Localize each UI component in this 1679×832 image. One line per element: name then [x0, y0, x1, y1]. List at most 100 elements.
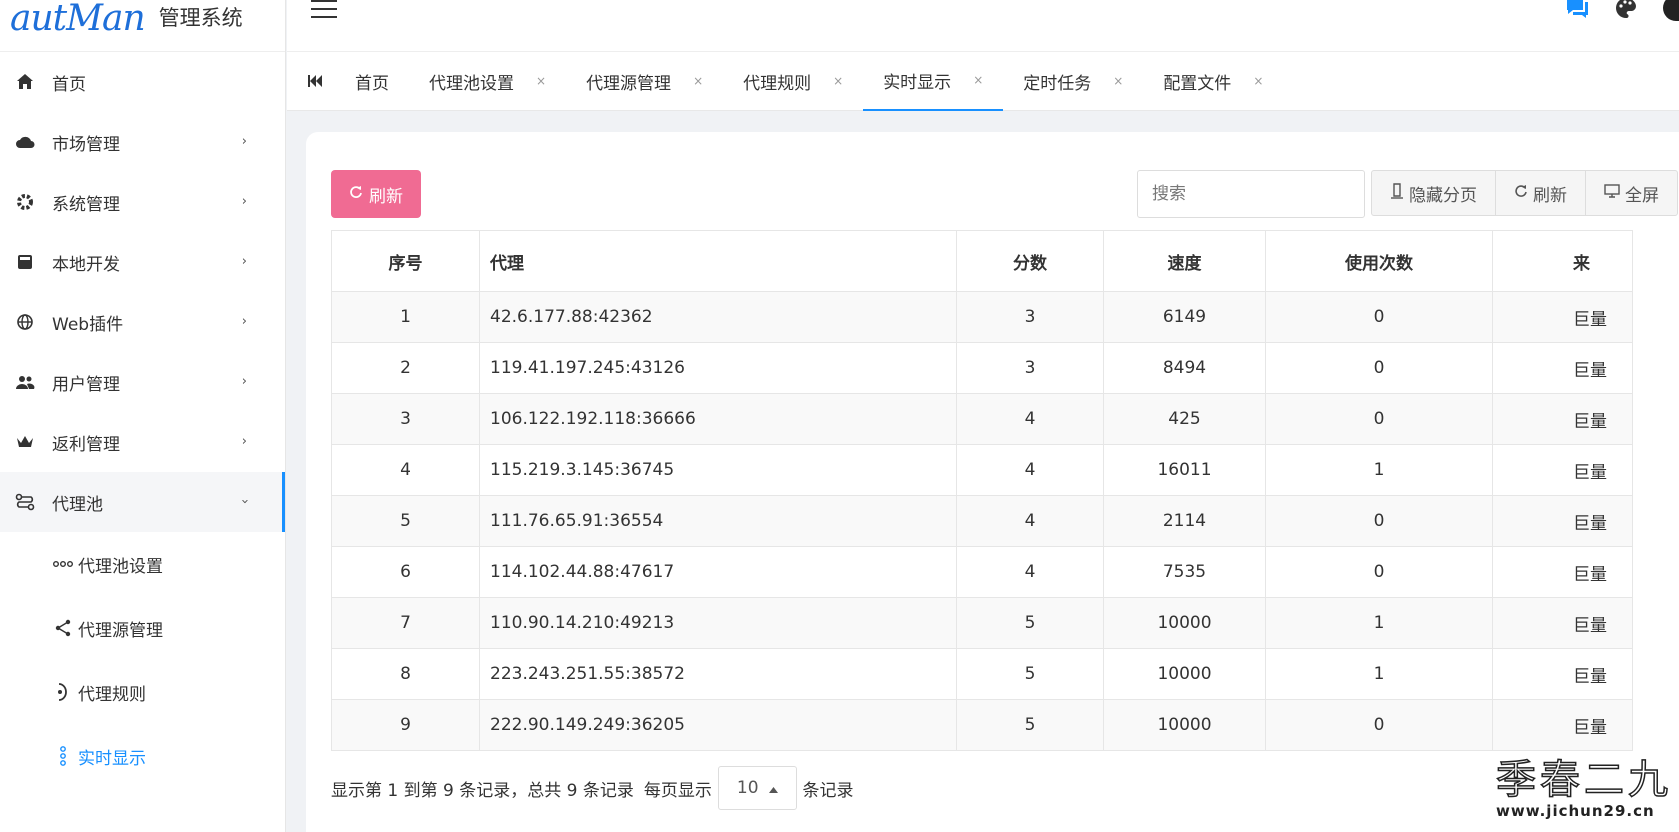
message-icon[interactable] [1565, 0, 1589, 22]
table-row[interactable]: 8 223.243.251.55:38572 5 10000 1 巨量 [331, 648, 1633, 700]
chevron-right-icon: › [241, 194, 247, 209]
home-icon [14, 71, 36, 93]
cell-score: 4 [956, 444, 1104, 496]
tab-label: 代理池设置 [429, 73, 514, 94]
top-header [287, 0, 1679, 52]
cloud-icon [14, 131, 36, 153]
cell-source: 巨量 [1492, 699, 1633, 751]
tab-proxy-rules[interactable]: 代理规则 × [723, 52, 863, 111]
column-header-index[interactable]: 序号 [331, 230, 480, 292]
close-icon[interactable]: × [693, 74, 703, 88]
cell-speed: 6149 [1103, 291, 1266, 343]
cell-speed: 7535 [1103, 546, 1266, 598]
table-refresh-label: 刷新 [1533, 185, 1567, 206]
cell-source: 巨量 [1492, 342, 1633, 394]
tab-config-file[interactable]: 配置文件 × [1143, 52, 1283, 111]
table-row[interactable]: 1 42.6.177.88:42362 3 6149 0 巨量 [331, 291, 1633, 343]
logo[interactable]: autMan 管理系统 [0, 0, 285, 52]
sidebar-subitem-realtime[interactable]: 实时显示 [0, 724, 285, 788]
sidebar-item-label: 用户管理 [52, 374, 120, 395]
column-header-proxy[interactable]: 代理 [479, 230, 957, 292]
terminal-icon [14, 251, 36, 273]
cell-index: 3 [331, 393, 480, 445]
sidebar-subitem-proxy-rules[interactable]: 代理规则 [0, 660, 285, 724]
close-icon[interactable]: × [973, 73, 983, 87]
cell-proxy: 223.243.251.55:38572 [479, 648, 957, 700]
tab-proxy-source[interactable]: 代理源管理 × [566, 52, 723, 111]
sidebar-item-proxy-pool[interactable]: 代理池 › [0, 472, 285, 532]
cell-source: 巨量 [1492, 495, 1633, 547]
search-input[interactable] [1137, 170, 1365, 218]
cell-proxy: 119.41.197.245:43126 [479, 342, 957, 394]
avatar[interactable] [1663, 0, 1679, 21]
column-header-speed[interactable]: 速度 [1103, 230, 1266, 292]
cell-index: 4 [331, 444, 480, 496]
sidebar-subitem-label: 代理规则 [78, 684, 146, 705]
refresh-icon [1514, 183, 1528, 203]
column-header-use-count[interactable]: 使用次数 [1265, 230, 1493, 292]
close-icon[interactable]: × [536, 74, 546, 88]
table-row[interactable]: 7 110.90.14.210:49213 5 10000 1 巨量 [331, 597, 1633, 649]
table-refresh-button[interactable]: 刷新 [1496, 171, 1586, 215]
cell-index: 9 [331, 699, 480, 751]
close-icon[interactable]: × [833, 74, 843, 88]
sidebar-item-label: 系统管理 [52, 194, 120, 215]
cell-score: 4 [956, 495, 1104, 547]
sidebar-item-label: 本地开发 [52, 254, 120, 275]
share-nodes-icon [52, 618, 74, 638]
sidebar-item-local-dev[interactable]: 本地开发 › [0, 232, 285, 292]
tab-realtime[interactable]: 实时显示 × [863, 52, 1004, 111]
close-icon[interactable]: × [1253, 74, 1263, 88]
sidebar-subitem-proxy-settings[interactable]: 代理池设置 [0, 532, 285, 596]
tab-home[interactable]: 首页 [335, 52, 409, 111]
hide-pagination-label: 隐藏分页 [1409, 185, 1477, 206]
table-row[interactable]: 5 111.76.65.91:36554 4 2114 0 巨量 [331, 495, 1633, 547]
table-row[interactable]: 3 106.122.192.118:36666 4 425 0 巨量 [331, 393, 1633, 445]
tab-scheduled-tasks[interactable]: 定时任务 × [1003, 52, 1143, 111]
column-header-score[interactable]: 分数 [956, 230, 1104, 292]
sidebar-item-label: 市场管理 [52, 134, 120, 155]
sidebar-item-market[interactable]: 市场管理 › [0, 112, 285, 172]
cell-source: 巨量 [1492, 444, 1633, 496]
proxy-icon [14, 491, 36, 513]
per-page-label: 每页显示 [643, 780, 712, 801]
cell-score: 5 [956, 597, 1104, 649]
cell-source: 巨量 [1492, 393, 1633, 445]
close-icon[interactable]: × [1113, 74, 1123, 88]
table-toolbar: 隐藏分页 刷新 全屏 [1371, 170, 1678, 216]
fullscreen-label: 全屏 [1625, 185, 1659, 206]
sidebar-item-system[interactable]: 系统管理 › [0, 172, 285, 232]
fullscreen-button[interactable]: 全屏 [1586, 171, 1677, 215]
sidebar-subitem-label: 代理池设置 [78, 556, 163, 577]
page-size-select[interactable]: 10 [717, 766, 797, 810]
cell-proxy: 111.76.65.91:36554 [479, 495, 957, 547]
watermark-title: 季春二九 [1495, 757, 1672, 803]
table-row[interactable]: 4 115.219.3.145:36745 4 16011 1 巨量 [331, 444, 1633, 496]
table-row[interactable]: 2 119.41.197.245:43126 3 8494 0 巨量 [331, 342, 1633, 394]
cell-score: 4 [956, 546, 1104, 598]
sidebar-subitem-proxy-source[interactable]: 代理源管理 [0, 596, 285, 660]
first-page-icon[interactable] [295, 75, 335, 87]
sidebar-item-users[interactable]: 用户管理 › [0, 352, 285, 412]
menu-toggle-icon[interactable] [311, 0, 337, 20]
column-header-source[interactable]: 来 [1492, 230, 1633, 292]
cell-index: 1 [331, 291, 480, 343]
pagination-summary: 显示第 1 到第 9 条记录，总共 9 条记录 [331, 780, 634, 801]
cell-proxy: 222.90.149.249:36205 [479, 699, 957, 751]
palette-icon[interactable] [1615, 0, 1637, 22]
dots-chain-icon [52, 554, 74, 574]
sidebar-item-home[interactable]: 首页 [0, 52, 285, 112]
sidebar-item-label: 代理池 [52, 494, 103, 515]
tab-proxy-settings[interactable]: 代理池设置 × [409, 52, 566, 111]
chevron-right-icon: › [241, 374, 247, 389]
table-row[interactable]: 9 222.90.149.249:36205 5 10000 0 巨量 [331, 699, 1633, 751]
sidebar-item-rebate[interactable]: 返利管理 › [0, 412, 285, 472]
cell-proxy: 110.90.14.210:49213 [479, 597, 957, 649]
cell-speed: 8494 [1103, 342, 1266, 394]
hide-pagination-button[interactable]: 隐藏分页 [1372, 171, 1496, 215]
sidebar-item-web-plugin[interactable]: Web插件 › [0, 292, 285, 352]
cell-use-count: 0 [1265, 393, 1493, 445]
tab-label: 实时显示 [883, 72, 952, 93]
refresh-button[interactable]: 刷新 [331, 170, 421, 218]
table-row[interactable]: 6 114.102.44.88:47617 4 7535 0 巨量 [331, 546, 1633, 598]
